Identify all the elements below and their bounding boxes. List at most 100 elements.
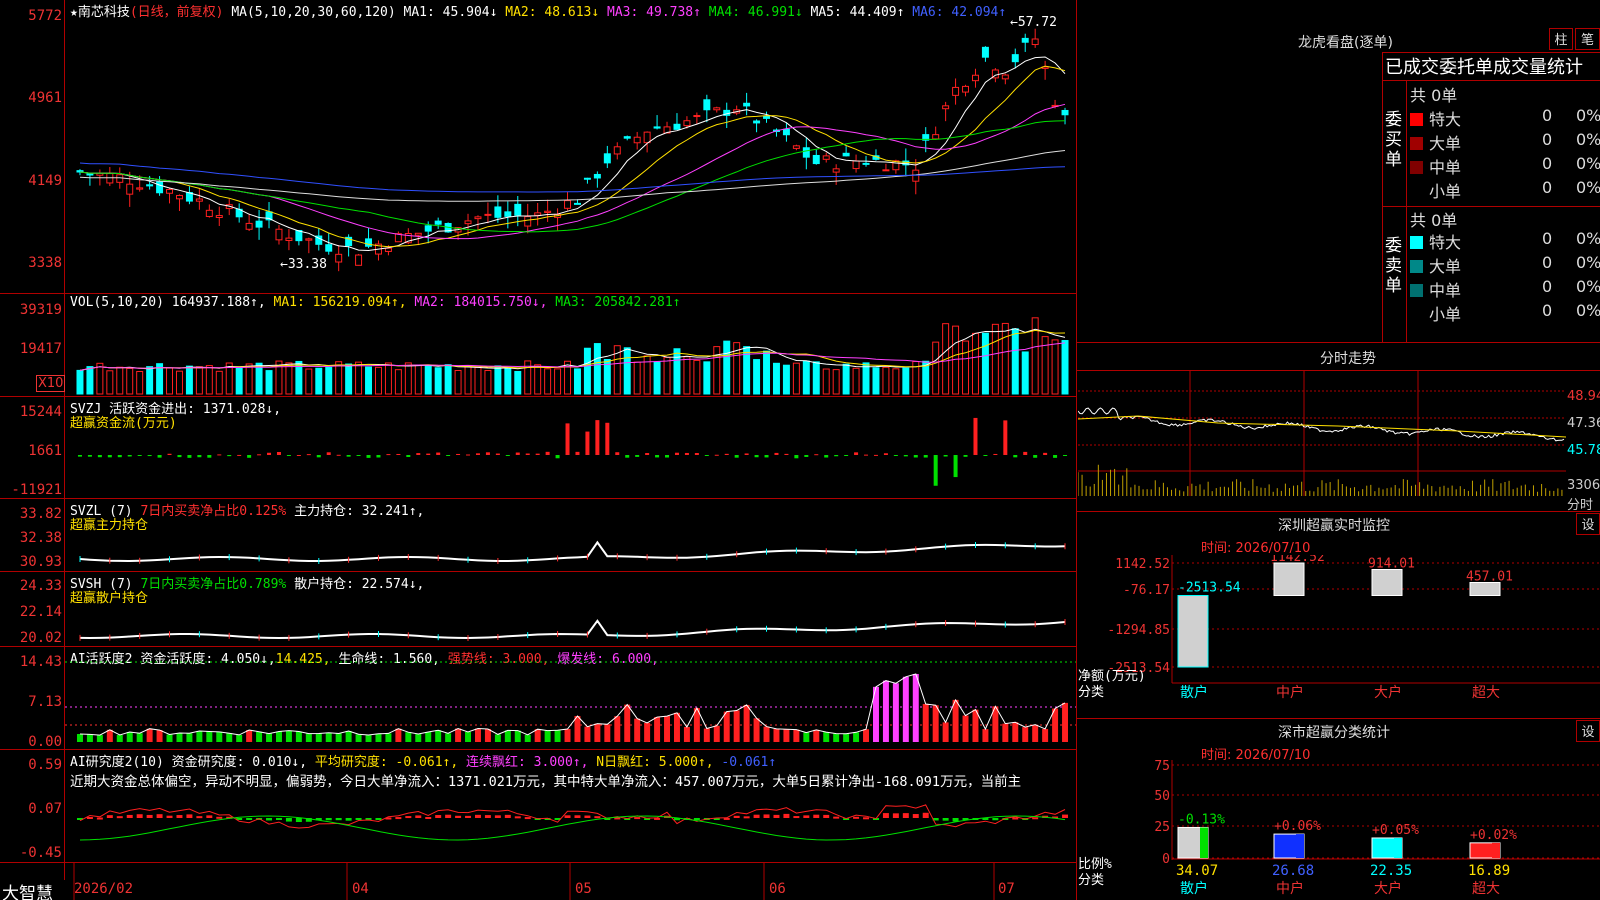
svsh-ytick-2: 20.02 xyxy=(19,630,62,646)
flow-bar xyxy=(396,453,401,455)
color-swatch xyxy=(1410,113,1423,126)
order-row-count: 0 xyxy=(1542,106,1553,125)
activity-bar xyxy=(1062,702,1069,742)
low-price-label: ←33.38 xyxy=(280,257,327,272)
flow-bar xyxy=(137,455,142,456)
candle-body xyxy=(126,183,134,195)
sz-category-label: 中户 xyxy=(1276,684,1304,701)
activity-chart[interactable] xyxy=(65,647,1076,749)
volume-bar xyxy=(106,370,114,395)
volume-bar xyxy=(782,364,790,395)
research-bar xyxy=(813,814,820,818)
order-row: 特大 xyxy=(1410,229,1461,253)
stats-side-border xyxy=(1406,80,1407,342)
activity-bar xyxy=(176,733,183,742)
candlestick-chart[interactable]: ←57.72 ←33.38 xyxy=(65,0,1076,293)
color-swatch xyxy=(1410,284,1423,297)
volume-bar xyxy=(355,361,363,395)
flow-bar xyxy=(694,453,699,455)
candle-body xyxy=(434,220,442,225)
bar-mode-button[interactable]: 柱 xyxy=(1549,28,1573,50)
sz-settings-button[interactable]: 设 xyxy=(1576,513,1600,535)
flow-bar xyxy=(824,455,829,458)
candle-body xyxy=(713,107,721,111)
candle-body xyxy=(673,123,681,130)
activity-bar xyxy=(813,729,820,742)
order-row: 中单 xyxy=(1410,277,1461,301)
volume-bar xyxy=(394,369,402,395)
retail-holding-chart[interactable] xyxy=(65,572,1076,646)
candle-body xyxy=(743,102,751,107)
research-bar xyxy=(146,814,153,818)
research-bar xyxy=(504,814,511,818)
sz-ytick: -1294.85 xyxy=(1107,623,1170,638)
flow-bar xyxy=(565,423,570,455)
cls-stats-chart[interactable]: 75 50 25 0 -0.13% 34.07散户 +0.06% 26.68中户 +0.05% 2… xyxy=(1078,760,1600,900)
flow-bar xyxy=(1043,452,1048,455)
research-chart[interactable] xyxy=(65,790,1076,862)
candle-body xyxy=(603,153,611,164)
candle-body xyxy=(583,177,591,180)
volume-bar xyxy=(852,367,860,395)
volume-bar xyxy=(484,370,492,395)
flow-bar xyxy=(535,453,540,455)
candle-body xyxy=(812,154,820,165)
activity-bar xyxy=(206,731,213,742)
volume-bar xyxy=(374,366,382,395)
volume-bar xyxy=(454,370,462,395)
cls-value-label: 34.07 xyxy=(1176,863,1218,879)
ai1-ytick-0: 14.43 xyxy=(19,654,62,670)
activity-bar xyxy=(863,729,870,742)
capital-flow-chart[interactable] xyxy=(65,397,1076,498)
order-row-pct: 0% xyxy=(1576,301,1600,320)
volume-bar xyxy=(573,368,581,395)
flow-bar xyxy=(416,453,421,455)
activity-bar xyxy=(753,718,760,742)
color-swatch xyxy=(1410,260,1423,273)
activity-bar xyxy=(86,734,93,742)
volume-bar xyxy=(623,347,631,395)
cls-ytick: 0 xyxy=(1162,852,1170,867)
volume-bar xyxy=(444,364,452,395)
research-bar xyxy=(882,813,889,818)
research-line-green xyxy=(79,815,1066,841)
vol-unit-badge[interactable]: X10 xyxy=(36,375,66,392)
volume-bar xyxy=(962,340,970,395)
activity-bar xyxy=(703,728,710,742)
flow-bar xyxy=(774,452,779,455)
volume-bar xyxy=(76,369,84,395)
activity-bar xyxy=(285,730,292,742)
cls-settings-button[interactable]: 设 xyxy=(1576,720,1600,742)
order-row-pct: 0% xyxy=(1576,277,1600,296)
tick-mode-button[interactable]: 笔 xyxy=(1575,28,1600,50)
main-holding-chart[interactable] xyxy=(65,499,1076,571)
research-bar xyxy=(763,814,770,818)
intraday-chart[interactable] xyxy=(1078,371,1566,509)
activity-bar xyxy=(524,734,531,742)
research-bar xyxy=(833,816,840,819)
activity-bar xyxy=(982,729,989,742)
activity-bar xyxy=(683,726,690,742)
activity-bar xyxy=(166,734,173,742)
research-bar xyxy=(395,817,402,820)
candle-body xyxy=(544,210,552,213)
candle-body xyxy=(175,194,183,200)
candle-body xyxy=(942,105,950,110)
volume-chart[interactable] xyxy=(65,294,1076,396)
ai2-ytick-0: 0.59 xyxy=(28,757,62,773)
flow-bar xyxy=(286,455,291,456)
sz-top-border xyxy=(1077,511,1600,512)
sz-ylabel: 净额(万元) xyxy=(1078,669,1146,684)
volume-bar xyxy=(345,363,353,395)
cls-ytick: 75 xyxy=(1154,760,1170,774)
research-bar xyxy=(863,817,870,820)
sz-xlabel: 分类 xyxy=(1078,685,1104,700)
activity-bar xyxy=(514,730,521,742)
flow-bar xyxy=(187,455,192,458)
volume-bar xyxy=(892,368,900,395)
flow-bar xyxy=(854,452,859,455)
activity-bar xyxy=(126,732,133,742)
research-bar xyxy=(773,814,780,818)
activity-bar xyxy=(1022,727,1029,742)
sz-monitor-chart[interactable]: 1142.52-76.17-1294.85-2513.54-2513.54散户1… xyxy=(1078,555,1600,715)
